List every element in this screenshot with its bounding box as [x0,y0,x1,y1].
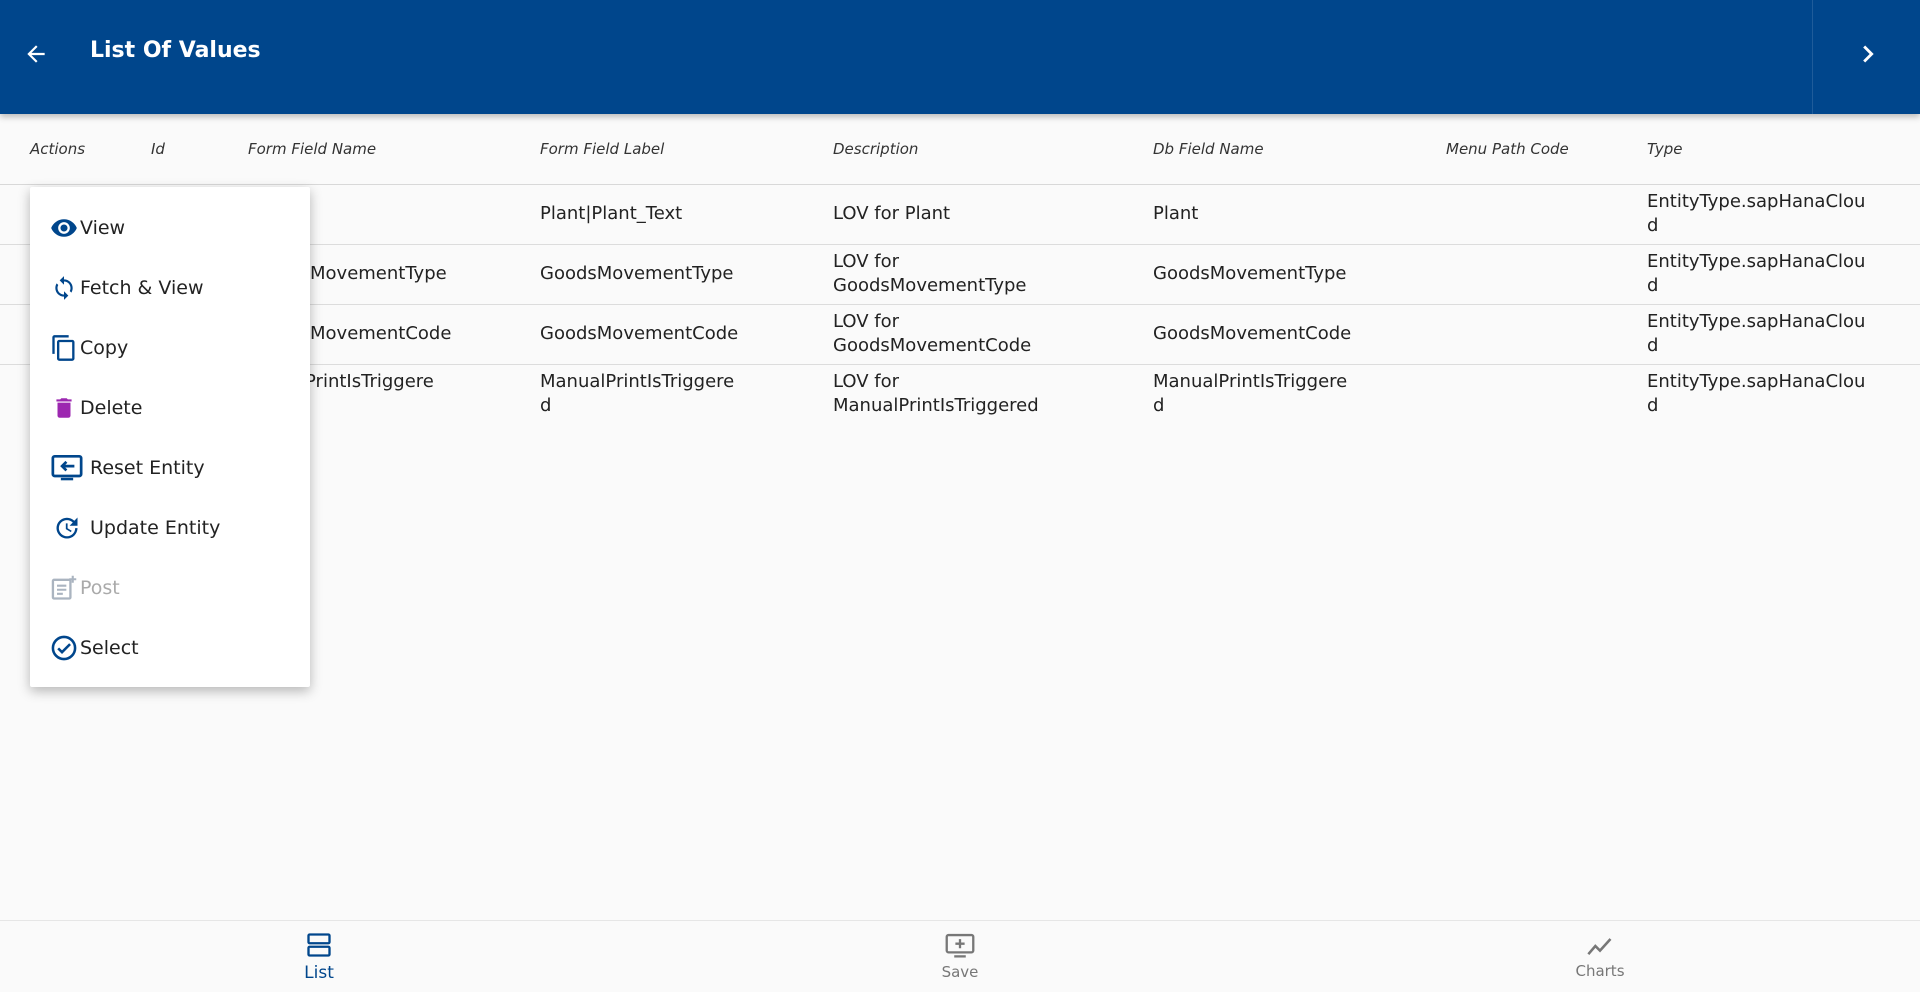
cell-db-field-name: GoodsMovementType [1153,263,1347,284]
reset-entity-icon [50,454,84,482]
column-header-type[interactable]: Type [1647,140,1683,158]
cell-form-field-name: lPrintIsTriggere [300,371,434,392]
cell-form-field-label: Plant|Plant_Text [540,203,683,224]
cell-form-field-label: GoodsMovementType [540,263,734,284]
page-title: List Of Values [90,38,261,63]
column-header-menu-path-code[interactable]: Menu Path Code [1446,140,1569,158]
copy-icon [50,334,78,362]
cell-form-field-label: ManualPrintIsTriggere d [540,371,735,416]
bottom-navigation: List Save Charts [0,920,1920,992]
cell-db-field-name: Plant [1153,203,1199,224]
column-header-id[interactable]: Id [151,140,165,158]
trash-icon [50,394,78,422]
nav-save[interactable]: Save [880,921,1040,992]
nav-list[interactable]: List [239,921,399,992]
nav-label: Save [941,962,979,981]
cell-type: EntityType.sapHanaClou d [1647,251,1866,296]
check-circle-icon [50,634,78,662]
cell-form-field-label: GoodsMovementCode [540,323,739,344]
menu-item-delete[interactable]: Delete [30,380,310,436]
cell-form-field-name: MovementType [310,263,447,284]
next-button[interactable] [1846,32,1890,76]
menu-item-label: Reset Entity [90,457,205,479]
back-button[interactable] [16,34,56,74]
chart-icon [1587,937,1612,955]
arrow-left-icon [27,45,45,63]
save-icon [945,933,975,958]
list-icon [307,932,331,957]
cell-description: LOV for GoodsMovementCode [833,311,1032,356]
menu-item-fetch-view[interactable]: Fetch & View [30,260,310,316]
column-header-form-field-name[interactable]: Form Field Name [248,140,376,158]
app-bar-divider [1812,0,1813,114]
cell-type: EntityType.sapHanaClou d [1647,371,1866,416]
menu-item-label: Fetch & View [80,277,204,299]
column-header-description[interactable]: Description [833,140,918,158]
app-bar: List Of Values [0,0,1920,114]
cell-type: EntityType.sapHanaClou d [1647,311,1866,356]
column-header-actions[interactable]: Actions [30,140,85,158]
chevron-right-icon [1863,45,1874,63]
menu-item-select[interactable]: Select [30,620,310,676]
cell-description: LOV for GoodsMovementType [833,251,1027,296]
cell-db-field-name: GoodsMovementCode [1153,323,1352,344]
nav-label: Charts [1575,961,1625,980]
nav-label: List [304,962,334,983]
eye-icon [50,214,78,242]
cell-description: LOV for Plant [833,203,951,224]
menu-item-reset-entity[interactable]: Reset Entity [30,440,310,496]
menu-item-copy[interactable]: Copy [30,320,310,376]
cell-description: LOV for ManualPrintIsTriggered [833,371,1039,416]
cell-form-field-name: MovementCode [310,323,452,344]
menu-item-update-entity[interactable]: Update Entity [30,500,310,556]
menu-item-post[interactable]: Post [30,560,310,616]
menu-item-view[interactable]: View [30,200,310,256]
refresh-icon [50,274,78,302]
post-icon [50,574,78,602]
nav-charts[interactable]: Charts [1520,921,1680,992]
menu-item-label: Post [80,577,120,599]
column-header-form-field-label[interactable]: Form Field Label [540,140,664,158]
column-header-db-field-name[interactable]: Db Field Name [1153,140,1264,158]
cell-type: EntityType.sapHanaClou d [1647,191,1866,236]
cell-db-field-name: ManualPrintIsTriggere d [1153,371,1348,416]
update-entity-icon [50,514,84,542]
menu-item-label: Copy [80,337,129,359]
menu-item-label: View [80,217,126,239]
menu-item-label: Delete [80,397,143,419]
menu-item-label: Select [80,637,139,659]
table-header: Actions Id Form Field Name Form Field La… [0,114,1920,185]
menu-item-label: Update Entity [90,517,221,539]
actions-menu: View Fetch & View Copy Delete Reset Enti… [30,187,310,687]
